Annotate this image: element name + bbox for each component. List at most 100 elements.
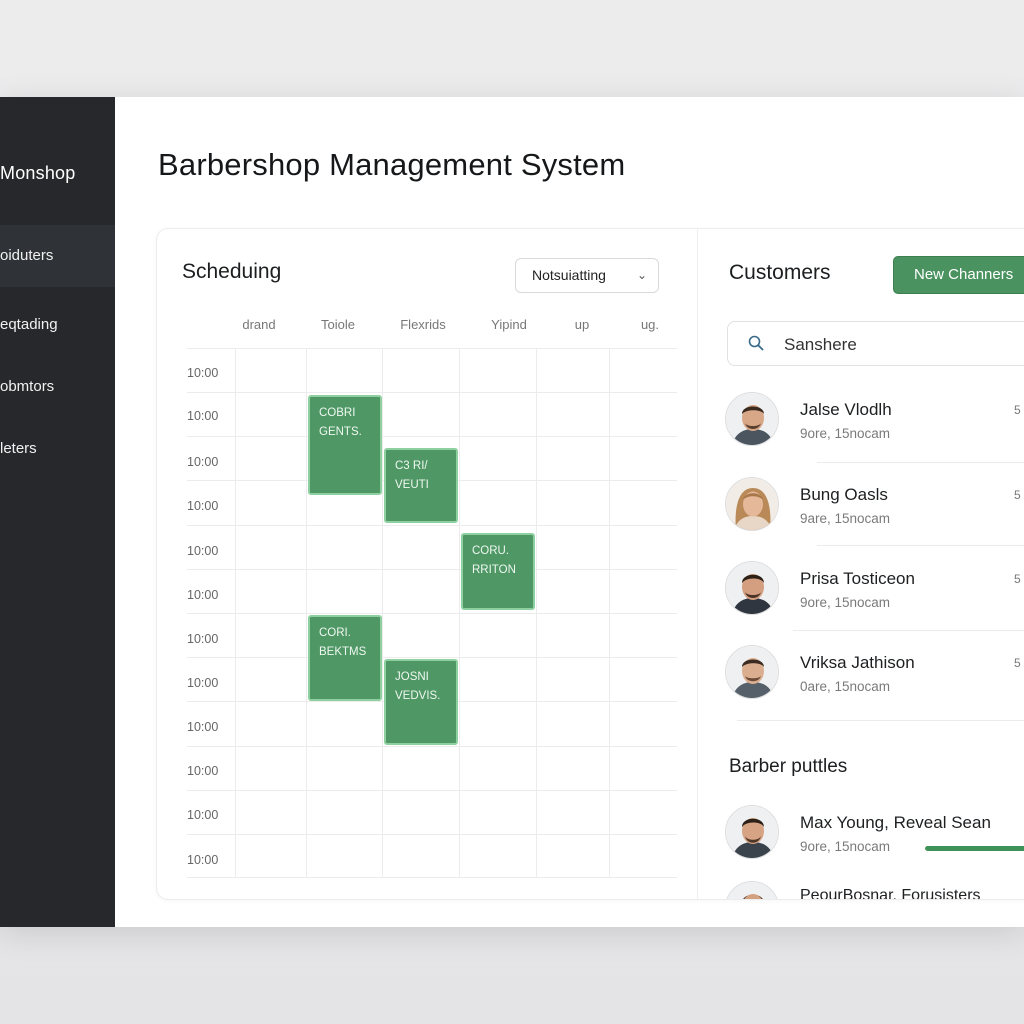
customer-meta: 5	[1014, 656, 1021, 670]
avatar	[725, 561, 779, 615]
sidebar-item-4[interactable]: leters	[0, 418, 115, 480]
avatar	[725, 392, 779, 446]
column-header: ug.	[640, 317, 660, 332]
appointment-line: CORU.	[472, 545, 510, 557]
grid-line	[187, 525, 677, 526]
search-icon	[748, 335, 764, 351]
dashboard-card: Scheduing Notsuiatting ⌄ drand Toiole Fl…	[156, 228, 1024, 900]
barber-subtitle: 9ore, 15nocam	[800, 839, 891, 854]
appointment-block[interactable]: CORU. RRITON	[461, 533, 535, 610]
row-divider	[793, 630, 1024, 631]
customers-title: Customers	[729, 261, 831, 284]
grid-line	[459, 348, 460, 878]
grid-line	[187, 657, 677, 658]
appointment-line: VEUTI	[395, 479, 429, 491]
grid-line	[187, 834, 677, 835]
barber-name: PeourBosnar, Forusisters	[800, 887, 981, 899]
column-header: up	[574, 317, 590, 332]
time-label: 10:00	[187, 455, 219, 469]
app-window: Monshop oiduters eqtading obmtors leters…	[0, 97, 1024, 927]
brand-name: Monshop	[0, 163, 76, 183]
barber-row[interactable]: Max Young, Reveal Sean 9ore, 15nocam	[725, 805, 1024, 885]
customer-name: Vriksa Jathison	[800, 653, 915, 672]
time-label: 10:00	[187, 588, 219, 602]
grid-line	[187, 613, 677, 614]
column-header: Flexrids	[400, 317, 446, 332]
sidebar-item-label: obmtors	[0, 378, 55, 395]
grid-line	[187, 569, 677, 570]
appointment-line: RRITON	[472, 564, 516, 576]
column-header: Toiole	[321, 317, 355, 332]
grid-line	[187, 877, 677, 878]
time-label: 10:00	[187, 632, 219, 646]
sidebar-item-1[interactable]: oiduters	[0, 225, 115, 287]
barber-progress-bar	[925, 846, 1024, 851]
grid-line	[187, 746, 677, 747]
appointment-line: BEKTMS	[319, 646, 367, 658]
time-label: 10:00	[187, 366, 219, 380]
grid-line	[536, 348, 537, 878]
grid-line	[187, 348, 677, 349]
sidebar-item-3[interactable]: obmtors	[0, 356, 115, 418]
customer-subtitle: 9ore, 15nocam	[800, 595, 891, 610]
time-label: 10:00	[187, 676, 219, 690]
schedule-filter-value: Notsuiatting	[532, 267, 606, 283]
customer-subtitle: 9ore, 15nocam	[800, 426, 891, 441]
grid-line	[235, 348, 236, 878]
row-divider	[737, 720, 1024, 721]
time-label: 10:00	[187, 853, 219, 867]
customer-row[interactable]: Prisa Tosticeon 9ore, 15nocam 5	[725, 561, 1024, 641]
customer-subtitle: 9are, 15nocam	[800, 511, 891, 526]
appointment-line: GENTS.	[319, 426, 362, 438]
barber-profiles-title: Barber puttles	[729, 756, 848, 777]
column-header: drand	[242, 317, 276, 332]
customer-name: Prisa Tosticeon	[800, 569, 915, 588]
appointment-line: COBRI	[319, 407, 356, 419]
customer-name: Jalse Vlodlh	[800, 400, 892, 419]
sidebar-item-2[interactable]: eqtading	[0, 294, 115, 356]
section-divider	[697, 229, 698, 899]
customer-subtitle: 0are, 15nocam	[800, 679, 891, 694]
barber-row[interactable]: PeourBosnar, Forusisters	[725, 881, 1024, 899]
customer-row[interactable]: Vriksa Jathison 0are, 15nocam 5	[725, 645, 1024, 725]
time-label: 10:00	[187, 409, 219, 423]
customer-meta: 5	[1014, 572, 1021, 586]
avatar	[725, 477, 779, 531]
main-content: Barbershop Management System Scheduing N…	[116, 97, 1024, 927]
column-header: Yipind	[491, 317, 527, 332]
schedule-filter-select[interactable]: Notsuiatting ⌄	[515, 258, 659, 293]
customer-meta: 5	[1014, 403, 1021, 417]
time-label: 10:00	[187, 808, 219, 822]
appointment-line: CORI.	[319, 627, 351, 639]
time-label: 10:00	[187, 499, 219, 513]
time-label: 10:00	[187, 544, 219, 558]
grid-line	[382, 348, 383, 878]
grid-line	[306, 348, 307, 878]
search-input[interactable]	[782, 322, 1024, 367]
grid-line	[609, 348, 610, 878]
appointment-line: C3 RI/	[395, 460, 428, 472]
page-title: Barbershop Management System	[158, 147, 626, 182]
sidebar-item-label: leters	[0, 440, 37, 457]
customer-meta: 5	[1014, 488, 1021, 502]
schedule-grid: 10:00 10:00 10:00 10:00 10:00 10:00 10:0…	[187, 348, 677, 878]
customer-search[interactable]	[727, 321, 1024, 367]
chevron-down-icon: ⌄	[636, 268, 647, 282]
avatar	[725, 805, 779, 859]
appointment-block[interactable]: C3 RI/ VEUTI	[384, 448, 458, 523]
grid-line	[187, 436, 677, 437]
progress-fill	[925, 846, 1024, 851]
sidebar-item-label: oiduters	[0, 247, 54, 264]
time-label: 10:00	[187, 720, 219, 734]
customer-row[interactable]: Jalse Vlodlh 9ore, 15nocam 5	[725, 392, 1024, 472]
row-divider	[817, 545, 1024, 546]
appointment-block[interactable]: JOSNI VEDVIS.	[384, 659, 458, 745]
appointment-line: VEDVIS.	[395, 690, 441, 702]
appointment-block[interactable]: CORI. BEKTMS	[308, 615, 382, 701]
avatar	[725, 645, 779, 699]
grid-line	[187, 392, 677, 393]
sidebar-item-label: eqtading	[0, 316, 58, 333]
customer-name: Bung Oasls	[800, 485, 888, 504]
appointment-block[interactable]: COBRI GENTS.	[308, 395, 382, 495]
new-customer-button[interactable]: New Channers	[893, 256, 1024, 294]
